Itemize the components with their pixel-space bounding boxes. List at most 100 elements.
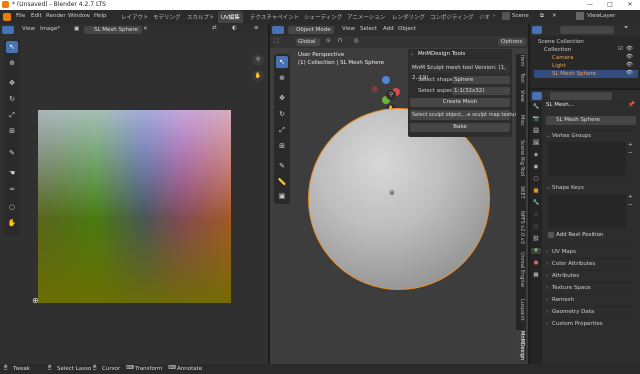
vtab-tool[interactable]: Tool [516,70,525,86]
uv-grab-tool-icon[interactable]: ☚ [6,167,18,179]
texture-props-icon[interactable]: ▦ [531,272,541,278]
menu-render[interactable]: Render [46,13,66,19]
physics-props-icon[interactable]: ◌ [531,224,541,230]
uv-move-tool-icon[interactable]: ✥ [6,77,18,89]
sculpt-map-button[interactable]: Select sculpt object,...e sculpt map tex… [410,110,519,120]
vtab-sket[interactable]: SKET [516,180,525,204]
image-name-field[interactable]: SL Mesh Sphere [84,26,142,34]
blender-menu-icon[interactable] [3,13,11,21]
output-props-icon[interactable]: 🖨 [531,128,541,134]
modifier-props-icon[interactable]: 🔧 [531,200,541,206]
gizmo-neg-x-icon[interactable] [372,86,378,92]
uv-editor-type-icon[interactable] [2,26,14,34]
uv-2d-cursor-icon[interactable]: ⊕ [32,296,39,305]
uv-sync-icon[interactable]: ⇄ [212,25,217,31]
uv-menu-view[interactable]: View [22,26,35,32]
snap-icon[interactable]: ⊓ [338,38,342,44]
scene-name[interactable]: Scene [512,13,529,19]
outliner-scene-collection[interactable]: Scene Collection [534,38,638,46]
mesh-data-props-icon[interactable]: ▼ [531,248,541,254]
scene-remove-icon[interactable]: ✕ [552,13,557,19]
scene-props-icon[interactable]: ◈ [531,152,541,158]
tab-animation[interactable]: アニメーション [344,11,388,23]
uv-maps-panel[interactable]: › UV Maps [544,246,638,256]
viewport-type-icon[interactable] [272,26,284,34]
uv-menu-image[interactable]: Image* [40,26,60,32]
viewport-menu-view[interactable]: View [342,26,355,32]
uv-rip-tool-icon[interactable]: ✋ [6,217,18,229]
remesh-panel[interactable]: › Remesh [544,294,638,304]
image-browse-icon[interactable]: ▣ [74,26,79,32]
tab-layout[interactable]: レイアウト [118,11,152,23]
collection-checkbox-icon[interactable]: ☑ [618,46,623,52]
gizmo-z-axis-icon[interactable] [382,76,390,84]
properties-search-input[interactable] [550,92,612,100]
world-props-icon[interactable]: ◉ [531,164,541,170]
outliner-type-icon[interactable] [532,26,542,34]
light-visibility-icon[interactable]: 👁 [626,62,633,68]
tab-geometry[interactable]: ジオ [476,11,493,23]
uv-zoom-icon[interactable]: ⚲ [252,54,264,66]
attributes-panel[interactable]: › Attributes [544,270,638,280]
tab-compositing[interactable]: コンポジティング [427,11,477,23]
tool-props-icon[interactable]: 🔧 [531,104,541,110]
vertex-groups-list[interactable] [548,142,626,176]
collection-visibility-icon[interactable]: 👁 [626,46,633,52]
view-layer-name[interactable]: ViewLayer [587,13,615,19]
uv-annotate-tool-icon[interactable]: ✎ [6,147,18,159]
tab-sculpt[interactable]: スカルプト [184,11,218,23]
scale-tool-icon[interactable]: ⤢ [276,124,288,136]
close-button[interactable]: ✕ [620,0,640,10]
sphere-visibility-icon[interactable]: 👁 [626,70,633,76]
shape-keys-panel[interactable]: ⌄ Shape Keys [544,182,638,192]
material-props-icon[interactable]: ● [531,260,541,266]
menu-help[interactable]: Help [94,13,107,19]
vtab-unreal-engine[interactable]: Unreal Engine [516,250,525,290]
vertex-groups-panel[interactable]: ⌄ Vertex Groups [544,130,638,140]
object-props-icon[interactable]: ■ [531,188,541,194]
measure-tool-icon[interactable]: 📏 [276,176,288,188]
uv-cursor-tool-icon[interactable]: ⊕ [6,57,18,69]
viewport-menu-select[interactable]: Select [360,26,377,32]
uv-pinch-tool-icon[interactable]: ○ [6,201,18,213]
move-tool-icon[interactable]: ✥ [276,92,288,104]
tab-modeling[interactable]: モデリング [150,11,184,23]
bake-button[interactable]: Bake [410,123,510,132]
annotate-tool-icon[interactable]: ✎ [276,160,288,172]
geometry-data-panel[interactable]: › Geometry Data [544,306,638,316]
shape-key-remove-icon[interactable]: − [628,202,633,208]
custom-properties-panel[interactable]: › Custom Properties [544,318,638,328]
minimize-button[interactable]: — [580,0,600,10]
vertex-group-remove-icon[interactable]: − [628,150,633,156]
outliner-camera[interactable]: Camera [534,54,638,62]
color-attributes-panel[interactable]: › Color Attributes [544,258,638,268]
cursor-tool-icon[interactable]: ⊕ [276,72,288,84]
uv-transform-tool-icon[interactable]: ⊞ [6,125,18,137]
constraints-props-icon[interactable]: ⛓ [531,236,541,242]
particles-props-icon[interactable]: ∴ [531,212,541,218]
viewport-zoom-icon[interactable]: ⚲ [386,90,396,100]
render-props-icon[interactable]: 📷 [531,116,541,122]
add-cube-tool-icon[interactable]: ▣ [276,190,288,202]
rotate-tool-icon[interactable]: ↻ [276,108,288,120]
outliner-sl-mesh-sphere[interactable]: SL Mesh Sphere [534,70,638,78]
vtab-misc[interactable]: Misc [516,106,525,136]
uv-select-tool-icon[interactable]: ↖ [6,41,18,53]
vertex-group-add-icon[interactable]: + [628,142,633,148]
vtab-item[interactable]: Item [516,54,525,68]
pivot-icon[interactable]: ⊙ [326,38,331,44]
vtab-scene-rig-tool[interactable]: Scene Rig Tool [516,138,525,178]
tab-shading[interactable]: シェーディング [301,11,345,23]
aspect-dropdown[interactable]: 1:1(32x32) [452,87,510,95]
outliner-search-input[interactable] [560,26,614,34]
maximize-button[interactable]: □ [600,0,620,10]
outliner-filter-icon[interactable]: ⏷ [624,25,628,32]
select-box-icon[interactable]: ⬚ [274,38,279,44]
viewport-menu-object[interactable]: Object [398,26,416,32]
view-layer-props-icon[interactable]: 🖼 [531,140,541,146]
uv-scale-tool-icon[interactable]: ⤢ [6,109,18,121]
menu-window[interactable]: Window [68,13,90,19]
camera-visibility-icon[interactable]: 👁 [626,54,633,60]
properties-type-icon[interactable] [532,92,542,100]
transform-tool-icon[interactable]: ⊞ [276,140,288,152]
